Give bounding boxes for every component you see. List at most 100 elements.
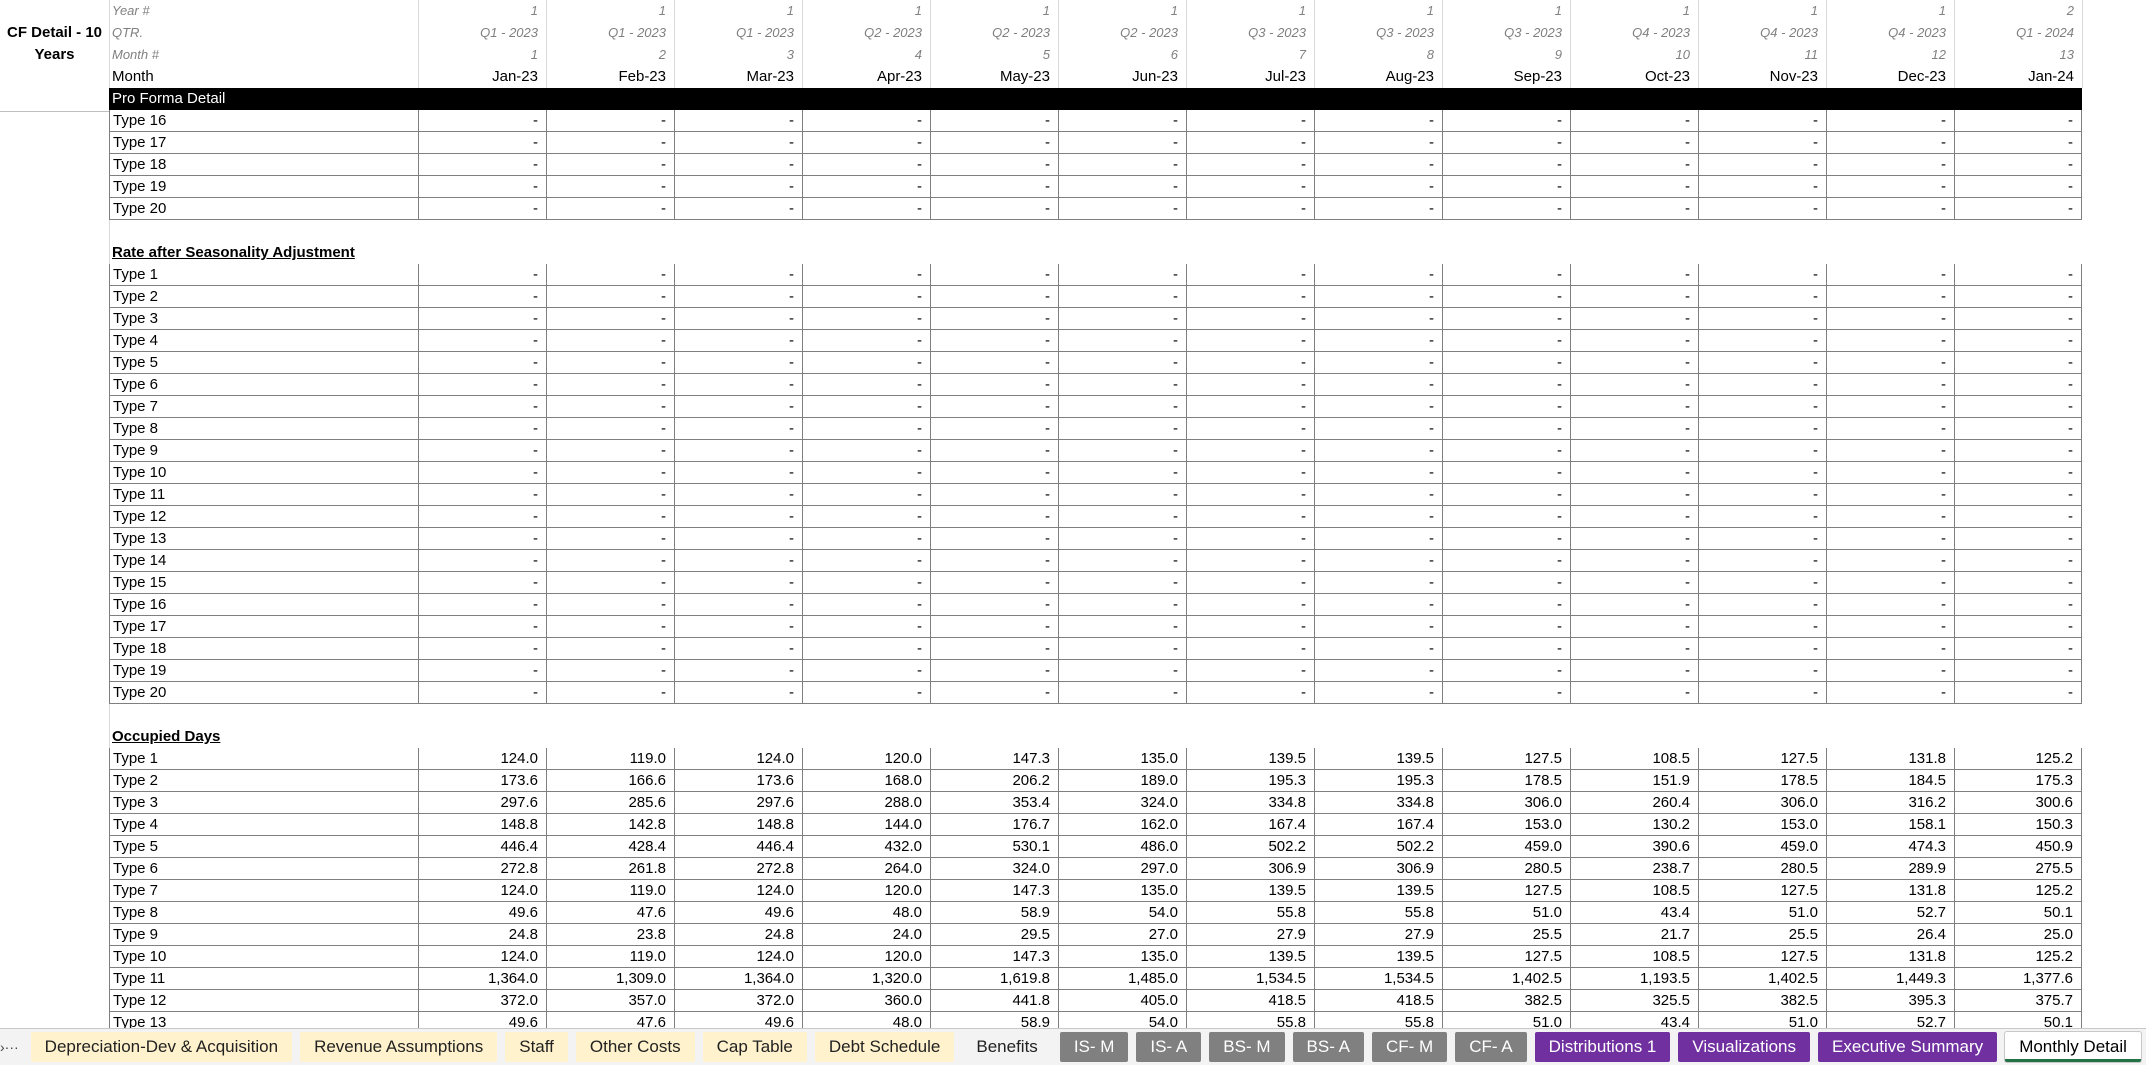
cell-value[interactable]: 52.7 [1826, 1012, 1954, 1028]
cell-value[interactable]: - [1442, 374, 1570, 396]
cell-value[interactable]: - [1698, 484, 1826, 506]
cell-value[interactable]: - [1314, 110, 1442, 132]
cell-value[interactable]: - [674, 616, 802, 638]
cell-value[interactable]: 48.0 [802, 902, 930, 924]
cell-value[interactable]: Sep-23 [1442, 66, 1570, 88]
cell-value[interactable]: - [930, 594, 1058, 616]
cell-value[interactable]: - [1698, 176, 1826, 198]
cell-value[interactable]: - [418, 506, 546, 528]
cell-value[interactable]: 168.0 [802, 770, 930, 792]
cell-value[interactable]: - [930, 286, 1058, 308]
cell-value[interactable]: - [674, 572, 802, 594]
row-label[interactable]: Type 16 [109, 110, 418, 132]
row-label[interactable]: Type 2 [109, 286, 418, 308]
cell-value[interactable]: 119.0 [546, 748, 674, 770]
cell-value[interactable]: - [802, 352, 930, 374]
cell-value[interactable]: 1,320.0 [802, 968, 930, 990]
cell-value[interactable]: 1,364.0 [674, 968, 802, 990]
cell-value[interactable]: 459.0 [1442, 836, 1570, 858]
cell-value[interactable]: 474.3 [1826, 836, 1954, 858]
cell-value[interactable]: - [1442, 286, 1570, 308]
cell-value[interactable]: - [418, 396, 546, 418]
cell-value[interactable]: - [546, 660, 674, 682]
cell-value[interactable]: - [1442, 352, 1570, 374]
cell-value[interactable]: - [802, 198, 930, 220]
cell-value[interactable]: - [674, 110, 802, 132]
cell-value[interactable]: - [1442, 484, 1570, 506]
cell-value[interactable]: 195.3 [1314, 770, 1442, 792]
cell-value[interactable]: 153.0 [1442, 814, 1570, 836]
cell-value[interactable]: - [1058, 616, 1186, 638]
cell-value[interactable]: 1 [546, 0, 674, 22]
cell-value[interactable]: Jan-24 [1954, 66, 2082, 88]
cell-value[interactable]: - [418, 418, 546, 440]
cell-value[interactable]: - [1442, 638, 1570, 660]
cell-value[interactable]: - [1826, 572, 1954, 594]
cell-value[interactable]: - [802, 264, 930, 286]
cell-value[interactable]: - [930, 154, 1058, 176]
cell-value[interactable]: 124.0 [418, 748, 546, 770]
cell-value[interactable]: 26.4 [1826, 924, 1954, 946]
cell-value[interactable]: - [546, 132, 674, 154]
cell-value[interactable]: 3 [674, 44, 802, 66]
cell-value[interactable]: 139.5 [1186, 946, 1314, 968]
cell-value[interactable]: 2 [546, 44, 674, 66]
cell-value[interactable]: - [1186, 352, 1314, 374]
cell-value[interactable]: - [1442, 572, 1570, 594]
cell-value[interactable]: - [1442, 660, 1570, 682]
row-label[interactable]: Type 18 [109, 638, 418, 660]
cell-value[interactable]: - [1186, 110, 1314, 132]
cell-value[interactable]: 147.3 [930, 880, 1058, 902]
cell-value[interactable]: 297.6 [674, 792, 802, 814]
row-label[interactable]: Type 4 [109, 330, 418, 352]
row-label[interactable]: Type 4 [109, 814, 418, 836]
cell-value[interactable]: - [1570, 110, 1698, 132]
cell-value[interactable]: - [546, 198, 674, 220]
cell-value[interactable]: - [1186, 132, 1314, 154]
cell-value[interactable]: 130.2 [1570, 814, 1698, 836]
cell-value[interactable]: - [418, 440, 546, 462]
cell-value[interactable]: 125.2 [1954, 946, 2082, 968]
row-label[interactable]: Type 11 [109, 968, 418, 990]
cell-value[interactable]: - [1442, 462, 1570, 484]
cell-value[interactable]: 288.0 [802, 792, 930, 814]
cell-value[interactable]: 148.8 [418, 814, 546, 836]
row-label[interactable]: Type 9 [109, 924, 418, 946]
cell-value[interactable]: - [1570, 440, 1698, 462]
cell-value[interactable]: - [930, 374, 1058, 396]
cell-value[interactable]: 139.5 [1186, 880, 1314, 902]
row-label[interactable]: Type 6 [109, 858, 418, 880]
cell-value[interactable]: - [1826, 308, 1954, 330]
cell-value[interactable]: - [1698, 462, 1826, 484]
cell-value[interactable]: - [1314, 198, 1442, 220]
cell-value[interactable]: - [1186, 506, 1314, 528]
cell-value[interactable]: - [546, 374, 674, 396]
cell-value[interactable]: - [1314, 528, 1442, 550]
row-label[interactable]: Type 8 [109, 418, 418, 440]
cell-value[interactable]: - [930, 484, 1058, 506]
cell-value[interactable]: - [1058, 528, 1186, 550]
cell-value[interactable]: - [1698, 396, 1826, 418]
cell-value[interactable]: - [1314, 682, 1442, 704]
cell-value[interactable]: 124.0 [418, 946, 546, 968]
cell-value[interactable]: Mar-23 [674, 66, 802, 88]
cell-value[interactable]: - [674, 198, 802, 220]
cell-value[interactable]: 120.0 [802, 880, 930, 902]
row-label[interactable]: Type 12 [109, 506, 418, 528]
cell-value[interactable]: - [1314, 506, 1442, 528]
cell-value[interactable]: 446.4 [418, 836, 546, 858]
cell-value[interactable]: 55.8 [1186, 1012, 1314, 1028]
cell-value[interactable]: 51.0 [1698, 902, 1826, 924]
row-label[interactable]: Type 20 [109, 198, 418, 220]
cell-value[interactable]: 306.0 [1442, 792, 1570, 814]
cell-value[interactable]: - [1058, 682, 1186, 704]
cell-value[interactable]: - [1186, 638, 1314, 660]
sheet-tab[interactable]: IS- M [1059, 1032, 1129, 1062]
cell-value[interactable]: - [802, 330, 930, 352]
cell-value[interactable]: - [1698, 440, 1826, 462]
cell-value[interactable]: - [1826, 616, 1954, 638]
cell-value[interactable]: 1,364.0 [418, 968, 546, 990]
cell-value[interactable]: 144.0 [802, 814, 930, 836]
cell-value[interactable]: 176.7 [930, 814, 1058, 836]
cell-value[interactable]: - [1826, 594, 1954, 616]
